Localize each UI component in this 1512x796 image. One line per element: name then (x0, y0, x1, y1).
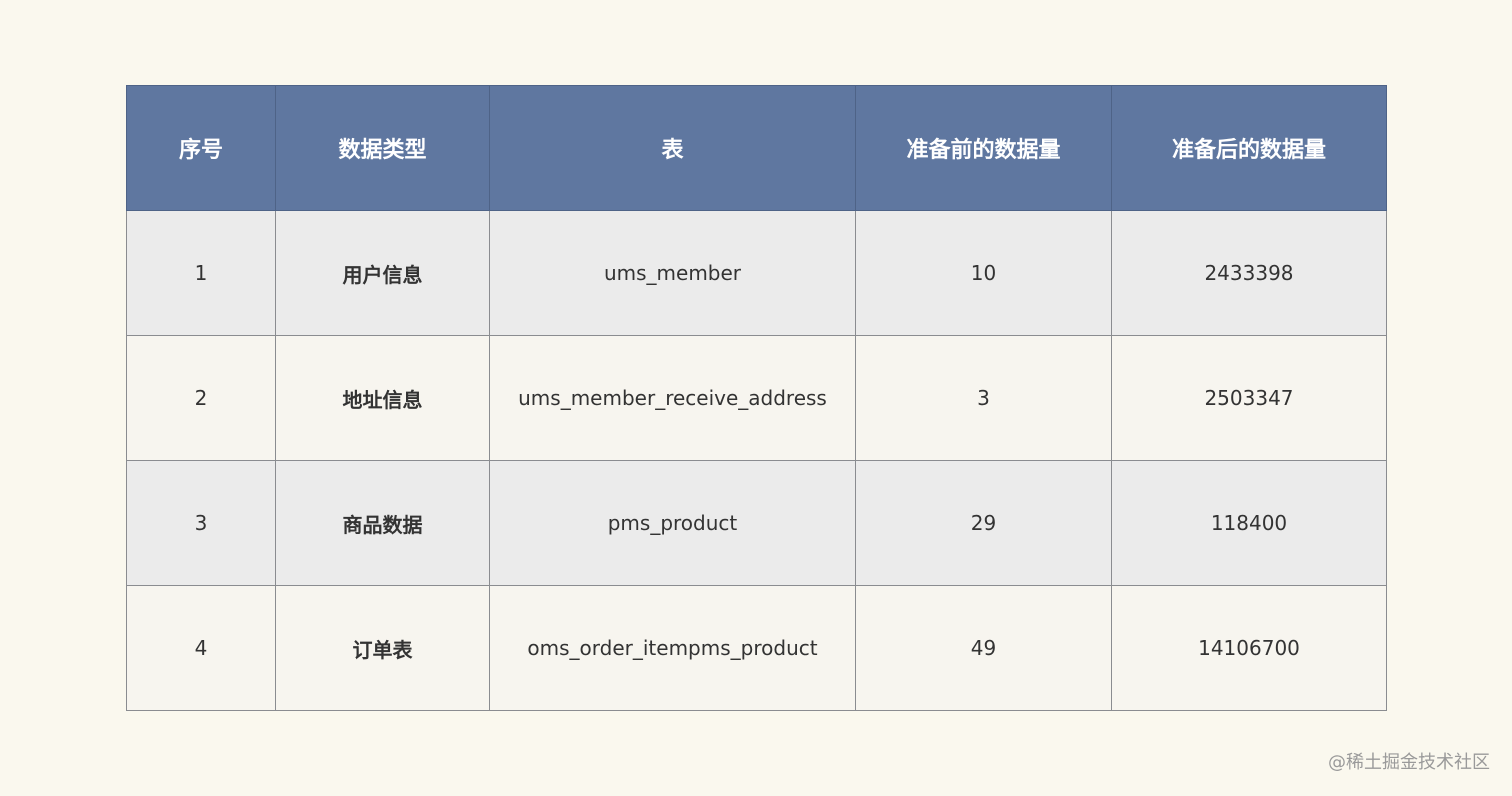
table-row: 1 用户信息 ums_member 10 2433398 (126, 210, 1387, 336)
table-row: 3 商品数据 pms_product 29 118400 (126, 460, 1387, 586)
cell-data-type: 地址信息 (275, 335, 490, 461)
cell-before-count: 3 (855, 335, 1112, 461)
header-index: 序号 (126, 85, 276, 211)
cell-before-count: 29 (855, 460, 1112, 586)
cell-index: 1 (126, 210, 276, 336)
cell-before-count: 10 (855, 210, 1112, 336)
cell-table: oms_order_itempms_product (489, 585, 856, 711)
cell-table: pms_product (489, 460, 856, 586)
cell-index: 2 (126, 335, 276, 461)
cell-index: 3 (126, 460, 276, 586)
cell-after-count: 2433398 (1111, 210, 1387, 336)
cell-data-type: 订单表 (275, 585, 490, 711)
cell-data-type: 用户信息 (275, 210, 490, 336)
header-row: 序号 数据类型 表 准备前的数据量 准备后的数据量 (126, 85, 1387, 211)
cell-data-type: 商品数据 (275, 460, 490, 586)
cell-table: ums_member (489, 210, 856, 336)
cell-index: 4 (126, 585, 276, 711)
cell-table: ums_member_receive_address (489, 335, 856, 461)
cell-before-count: 49 (855, 585, 1112, 711)
watermark: @稀土掘金技术社区 (1328, 752, 1490, 773)
table-row: 4 订单表 oms_order_itempms_product 49 14106… (126, 585, 1387, 711)
table-body: 1 用户信息 ums_member 10 2433398 2 地址信息 ums_… (126, 210, 1387, 711)
cell-after-count: 118400 (1111, 460, 1387, 586)
header-before-count: 准备前的数据量 (855, 85, 1112, 211)
table-row: 2 地址信息 ums_member_receive_address 3 2503… (126, 335, 1387, 461)
header-data-type: 数据类型 (275, 85, 490, 211)
header-after-count: 准备后的数据量 (1111, 85, 1387, 211)
header-table: 表 (489, 85, 856, 211)
cell-after-count: 2503347 (1111, 335, 1387, 461)
table-header: 序号 数据类型 表 准备前的数据量 准备后的数据量 (126, 85, 1387, 211)
data-table: 序号 数据类型 表 准备前的数据量 准备后的数据量 1 用户信息 ums_mem… (126, 85, 1387, 711)
cell-after-count: 14106700 (1111, 585, 1387, 711)
